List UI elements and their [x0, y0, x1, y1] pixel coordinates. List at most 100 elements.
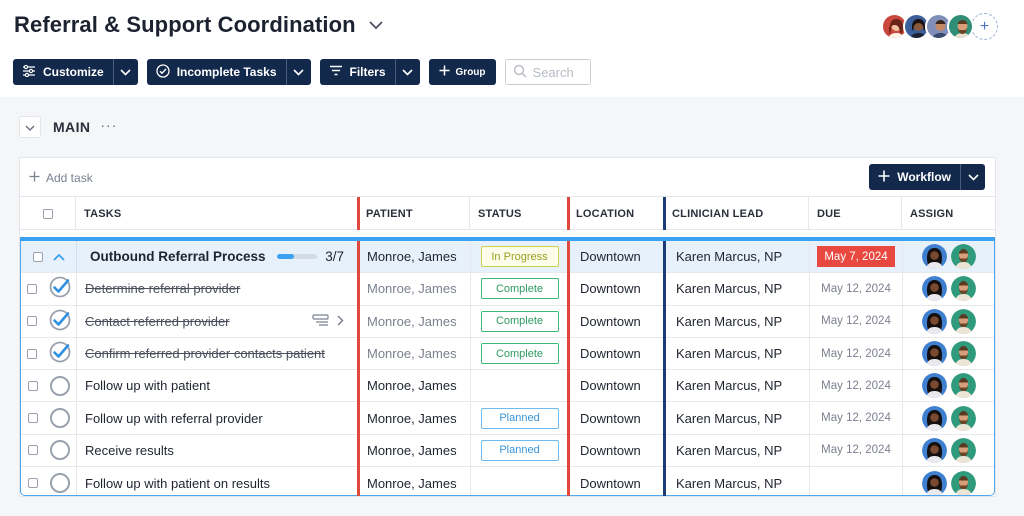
status-cell[interactable]: Complete — [471, 337, 569, 370]
patient-cell[interactable]: Monroe, James — [359, 337, 471, 370]
column-header-clinician[interactable]: CLINICIAN LEAD — [664, 197, 809, 230]
completed-check-icon[interactable] — [49, 276, 71, 301]
column-header-status[interactable]: STATUS — [470, 197, 568, 230]
avatar[interactable] — [950, 437, 976, 463]
task-name[interactable]: Outbound Referral Process — [90, 249, 266, 264]
chevron-up-icon[interactable] — [52, 249, 65, 264]
clinician-cell[interactable]: Karen Marcus, NP — [665, 402, 810, 434]
avatar[interactable] — [950, 276, 976, 302]
due-date-cell[interactable]: May 12, 2024 — [810, 337, 903, 370]
location-cell[interactable]: Downtown — [569, 337, 665, 370]
due-date-cell[interactable]: May 12, 2024 — [810, 434, 903, 467]
completed-check-icon[interactable] — [49, 309, 71, 334]
status-badge[interactable]: In Progress — [480, 246, 559, 268]
column-header-due[interactable]: DUE — [809, 197, 902, 230]
add-member-button[interactable]: + — [971, 13, 998, 40]
clinician-cell[interactable]: Karen Marcus, NP — [665, 337, 810, 370]
table-row-parent[interactable]: Outbound Referral Process 3/7 Monroe, Ja… — [21, 241, 994, 274]
column-header-location[interactable]: LOCATION — [568, 197, 664, 230]
select-all-checkbox[interactable] — [42, 208, 53, 219]
incomplete-circle-icon[interactable] — [49, 375, 70, 396]
avatar[interactable] — [947, 13, 974, 40]
chevron-down-icon[interactable] — [368, 17, 384, 33]
location-cell[interactable]: Downtown — [569, 434, 665, 467]
row-checkbox[interactable] — [26, 316, 37, 327]
avatar[interactable] — [921, 437, 947, 463]
row-checkbox[interactable] — [32, 251, 43, 262]
due-date-overdue[interactable]: May 7, 2024 — [817, 246, 895, 268]
due-date-cell[interactable]: May 12, 2024 — [810, 273, 903, 305]
row-checkbox[interactable] — [26, 348, 37, 359]
patient-cell[interactable]: Monroe, James — [359, 370, 471, 402]
location-cell[interactable]: Downtown — [569, 241, 665, 273]
patient-cell[interactable]: Monroe, James — [359, 305, 471, 337]
incomplete-circle-icon[interactable] — [49, 473, 70, 494]
customize-button[interactable]: Customize — [13, 59, 113, 85]
table-row[interactable]: Confirm referred provider contacts patie… — [21, 337, 994, 371]
column-header-tasks[interactable]: TASKS — [76, 197, 358, 230]
avatar[interactable] — [950, 405, 976, 431]
location-cell[interactable]: Downtown — [569, 402, 665, 434]
customize-dropdown-button[interactable] — [112, 59, 138, 85]
status-cell[interactable]: Complete — [471, 305, 569, 337]
column-header-patient[interactable]: PATIENT — [358, 197, 470, 230]
location-cell[interactable]: Downtown — [569, 273, 665, 305]
status-cell[interactable] — [471, 370, 569, 402]
due-date-cell[interactable] — [810, 467, 903, 495]
status-cell[interactable]: Planned — [471, 434, 569, 467]
avatar[interactable] — [921, 276, 947, 302]
search-input[interactable]: Search — [504, 59, 591, 85]
due-date-cell[interactable]: May 12, 2024 — [810, 305, 903, 337]
incomplete-tasks-dropdown-button[interactable] — [285, 59, 311, 85]
incomplete-circle-icon[interactable] — [49, 408, 70, 429]
avatar[interactable] — [950, 308, 976, 334]
table-row[interactable]: Follow up with patient Monroe, James Dow… — [21, 370, 994, 403]
task-name[interactable]: Confirm referred provider contacts patie… — [85, 346, 325, 361]
status-badge[interactable]: Complete — [480, 343, 559, 365]
avatar[interactable] — [921, 341, 947, 367]
task-name[interactable]: Determine referral provider — [85, 281, 240, 296]
avatar[interactable] — [950, 244, 976, 270]
assignee-cell[interactable] — [903, 273, 994, 304]
patient-cell[interactable]: Monroe, James — [359, 241, 471, 273]
row-checkbox[interactable] — [27, 413, 38, 424]
task-name[interactable]: Receive results — [85, 443, 174, 458]
location-cell[interactable]: Downtown — [569, 467, 665, 495]
filters-button[interactable]: Filters — [320, 59, 395, 85]
location-cell[interactable]: Downtown — [569, 370, 665, 402]
group-button[interactable]: Group — [428, 59, 496, 85]
assignee-cell[interactable] — [903, 403, 994, 434]
avatar[interactable] — [921, 373, 947, 399]
add-task-button[interactable]: Add task — [29, 171, 93, 185]
task-name[interactable]: Follow up with patient on results — [85, 476, 270, 491]
avatar[interactable] — [950, 373, 976, 399]
filters-dropdown-button[interactable] — [394, 59, 420, 85]
clinician-cell[interactable]: Karen Marcus, NP — [665, 305, 810, 337]
clinician-cell[interactable]: Karen Marcus, NP — [665, 434, 810, 467]
assignee-cell[interactable] — [903, 338, 994, 369]
table-row[interactable]: Determine referral provider Monroe, Jame… — [21, 273, 994, 306]
message-icon[interactable] — [312, 314, 329, 329]
due-date-cell[interactable]: May 12, 2024 — [810, 370, 903, 402]
assignee-cell[interactable] — [903, 467, 994, 495]
clinician-cell[interactable]: Karen Marcus, NP — [665, 467, 810, 495]
status-badge[interactable]: Complete — [480, 310, 559, 332]
avatar[interactable] — [921, 405, 947, 431]
avatar[interactable] — [921, 308, 947, 334]
more-options-icon[interactable]: ··· — [100, 117, 117, 133]
assignee-cell[interactable] — [903, 435, 994, 466]
avatar[interactable] — [921, 244, 947, 270]
row-checkbox[interactable] — [27, 380, 38, 391]
table-row[interactable]: Follow up with patient on results Monroe… — [21, 467, 994, 495]
table-row[interactable]: Contact referred provider Monroe, James … — [21, 305, 994, 338]
task-name[interactable]: Follow up with patient — [85, 378, 210, 393]
avatar[interactable] — [921, 470, 947, 495]
location-cell[interactable]: Downtown — [569, 305, 665, 337]
status-badge[interactable]: Planned — [480, 439, 559, 461]
task-name[interactable]: Follow up with referral provider — [85, 411, 263, 426]
workflow-button[interactable]: Workflow — [869, 164, 960, 190]
patient-cell[interactable]: Monroe, James — [359, 273, 471, 305]
chevron-right-icon[interactable] — [337, 314, 344, 329]
task-name[interactable]: Contact referred provider — [85, 314, 230, 329]
due-date-cell[interactable]: May 12, 2024 — [810, 402, 903, 434]
